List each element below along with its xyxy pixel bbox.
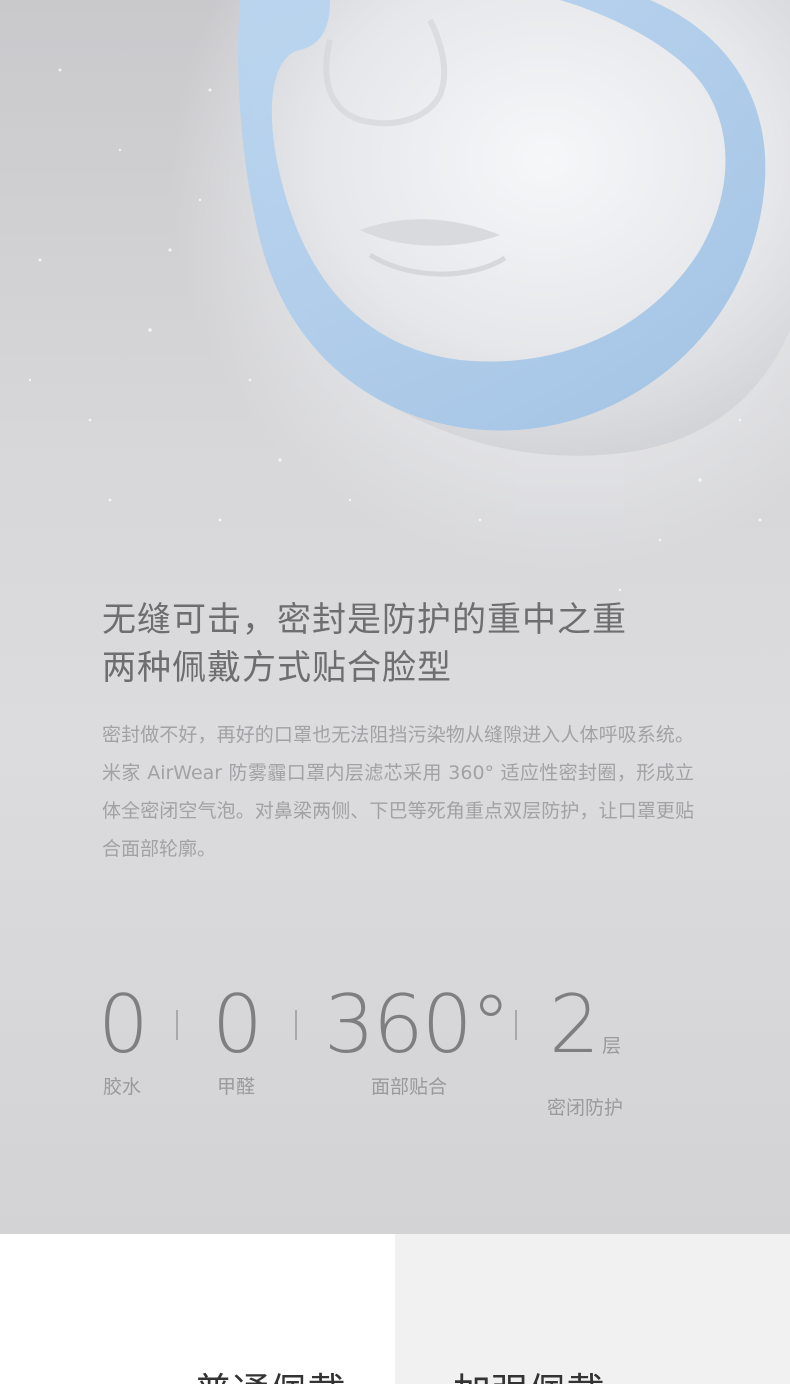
wearing-mode-tabs: 普通佩戴 加强佩戴 [0, 1234, 790, 1384]
stat-value: 0 [98, 978, 149, 1071]
stat-unit: 层 [601, 1035, 621, 1057]
description-text: 密封做不好，再好的口罩也无法阻挡污染物从缝隙进入人体呼吸系统。米家 AirWea… [102, 724, 694, 860]
headline-line-2: 两种佩戴方式贴合脸型 [102, 648, 452, 688]
tab-label: 加强佩戴 [453, 1370, 605, 1384]
stat-label: 密闭防护 [546, 1097, 623, 1119]
headline-line-1: 无缝可击，密封是防护的重中之重 [102, 600, 627, 640]
stat-divider [295, 1010, 297, 1040]
stat-formaldehyde: 0 甲醛 [212, 978, 263, 1100]
stat-face-fit: 360° 面部贴合 [324, 978, 511, 1100]
tab-normal-wearing[interactable]: 普通佩戴 [0, 1234, 395, 1384]
tab-enhanced-wearing[interactable]: 加强佩戴 [395, 1234, 790, 1384]
hero-section: 无缝可击，密封是防护的重中之重 两种佩戴方式贴合脸型 密封做不好，再好的口罩也无… [0, 0, 790, 1234]
headline: 无缝可击，密封是防护的重中之重 两种佩戴方式贴合脸型 [102, 596, 722, 692]
stat-label: 面部贴合 [370, 1076, 447, 1098]
stat-glue: 0 胶水 [98, 978, 149, 1100]
stat-value: 360° [324, 978, 511, 1071]
stat-value: 2层 [549, 978, 621, 1071]
tab-label: 普通佩戴 [194, 1370, 346, 1384]
mask-face-illustration [28, 0, 790, 620]
stat-label: 甲醛 [216, 1076, 255, 1098]
stat-divider [515, 1010, 517, 1040]
stat-layers: 2层 密闭防护 [540, 980, 630, 1121]
stat-label: 胶水 [102, 1076, 141, 1098]
stat-value: 0 [212, 978, 263, 1071]
stats-row: 0 胶水 0 甲醛 360° 面部贴合 2层 密闭防护 [0, 978, 790, 1120]
stat-divider [176, 1010, 178, 1040]
